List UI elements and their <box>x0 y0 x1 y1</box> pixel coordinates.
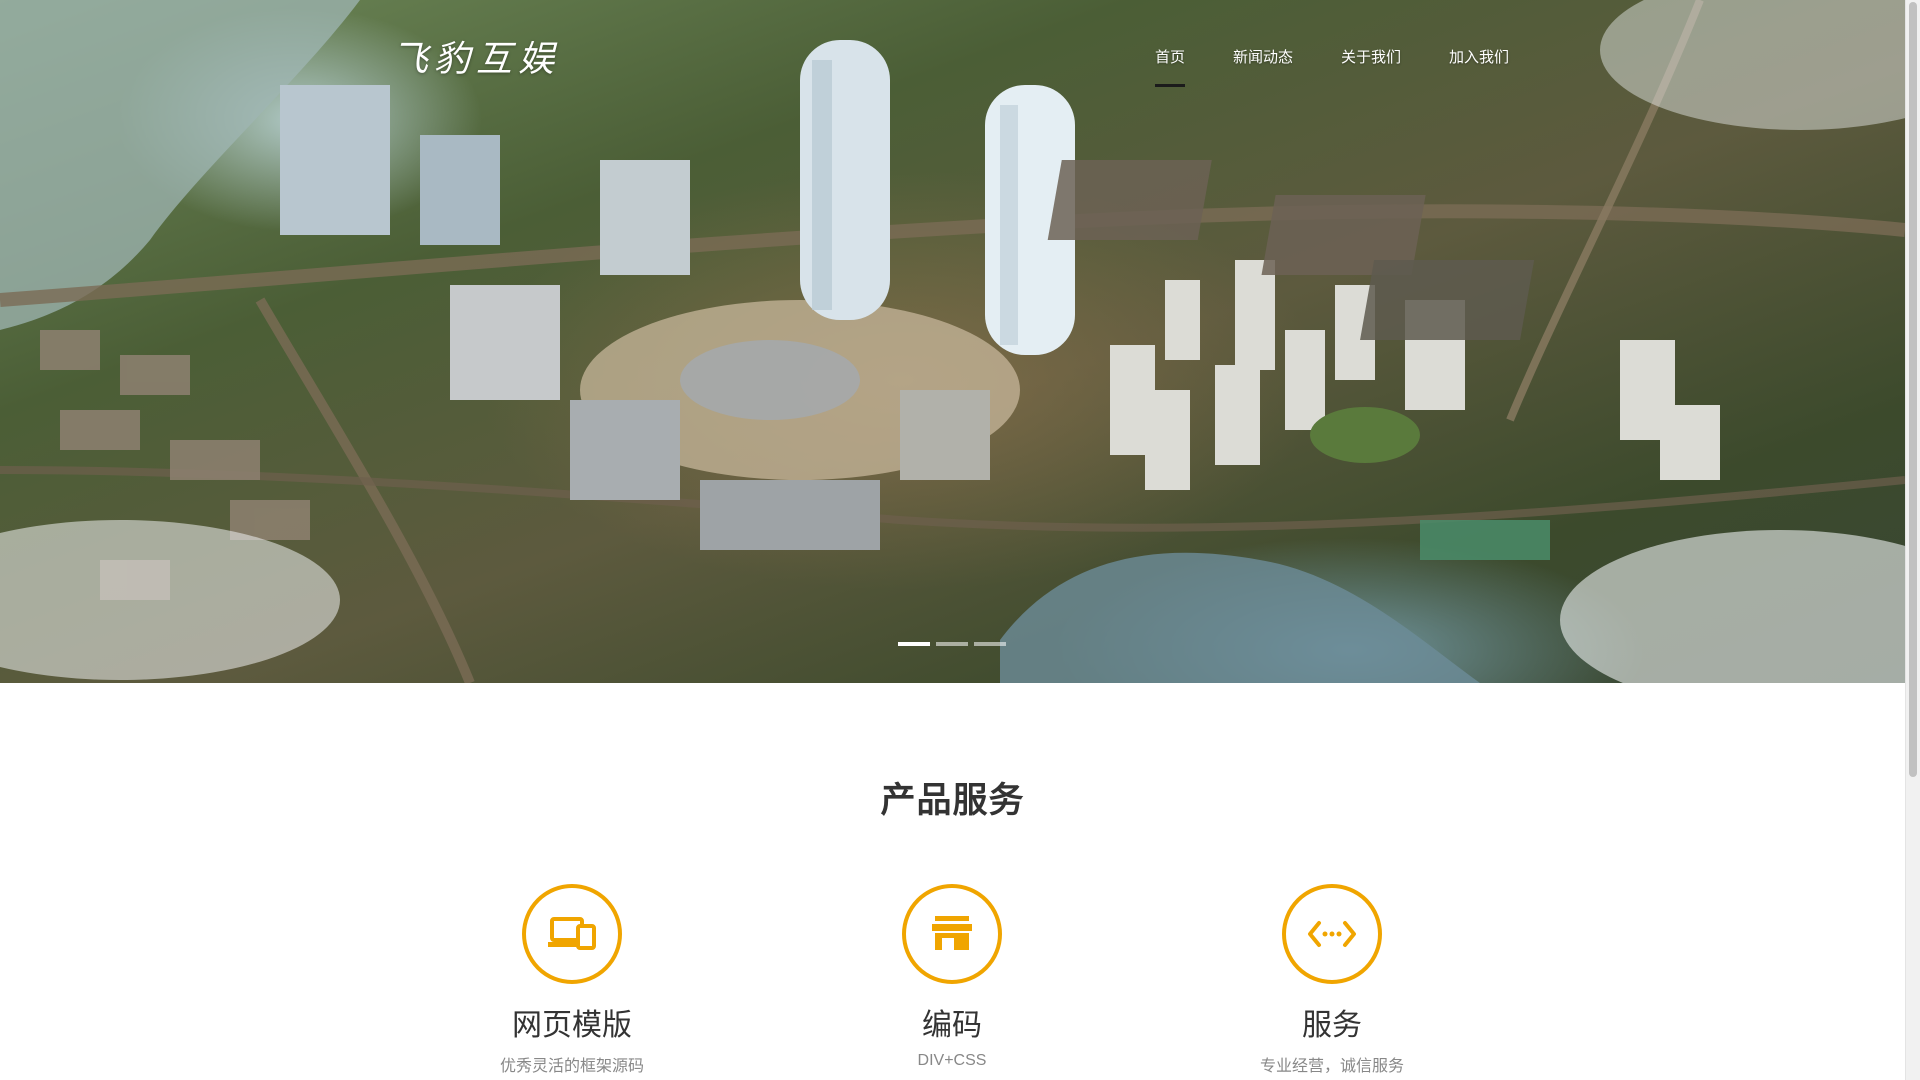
nav-item-home[interactable]: 首页 <box>1155 46 1186 87</box>
devices-icon <box>548 917 596 950</box>
service-card-coding[interactable]: 编码 DIV+CSS <box>802 884 1102 1070</box>
nav-item-about[interactable]: 关于我们 <box>1341 46 1401 67</box>
main-nav: 首页 新闻动态 关于我们 加入我们 <box>1155 46 1509 87</box>
code-arrows-icon <box>1308 921 1356 947</box>
service-title: 服务 <box>1302 1009 1362 1042</box>
nav-item-news[interactable]: 新闻动态 <box>1233 46 1293 67</box>
service-title: 网页模版 <box>512 1009 632 1042</box>
carousel-dot-1[interactable] <box>898 642 930 646</box>
scrollbar-thumb[interactable] <box>1909 2 1917 777</box>
carousel-dot-3[interactable] <box>974 642 1006 646</box>
hero-image <box>0 0 1905 683</box>
service-icon-circle <box>902 884 1002 984</box>
site-logo[interactable]: 飞豹互娱 <box>392 30 560 82</box>
carousel-dot-2[interactable] <box>936 642 968 646</box>
service-subtitle: 优秀灵活的框架源码 <box>499 1058 644 1075</box>
nav-item-join[interactable]: 加入我们 <box>1449 46 1509 67</box>
service-subtitle: 专业经营，诚信服务 <box>1259 1058 1404 1075</box>
service-icon-circle <box>522 884 622 984</box>
service-subtitle: DIV+CSS <box>917 1052 987 1069</box>
service-card-service[interactable]: 服务 专业经营，诚信服务 <box>1182 884 1482 1076</box>
hero-banner: 飞豹互娱 首页 新闻动态 关于我们 加入我们 <box>0 0 1905 683</box>
service-card-templates[interactable]: 网页模版 优秀灵活的框架源码 <box>422 884 722 1076</box>
section-title: 产品服务 <box>880 781 1025 820</box>
page-scrollbar[interactable] <box>1905 0 1920 1080</box>
carousel-indicators <box>898 642 1006 646</box>
service-title: 编码 <box>922 1009 982 1042</box>
store-icon <box>932 916 972 950</box>
service-icon-circle <box>1282 884 1382 984</box>
